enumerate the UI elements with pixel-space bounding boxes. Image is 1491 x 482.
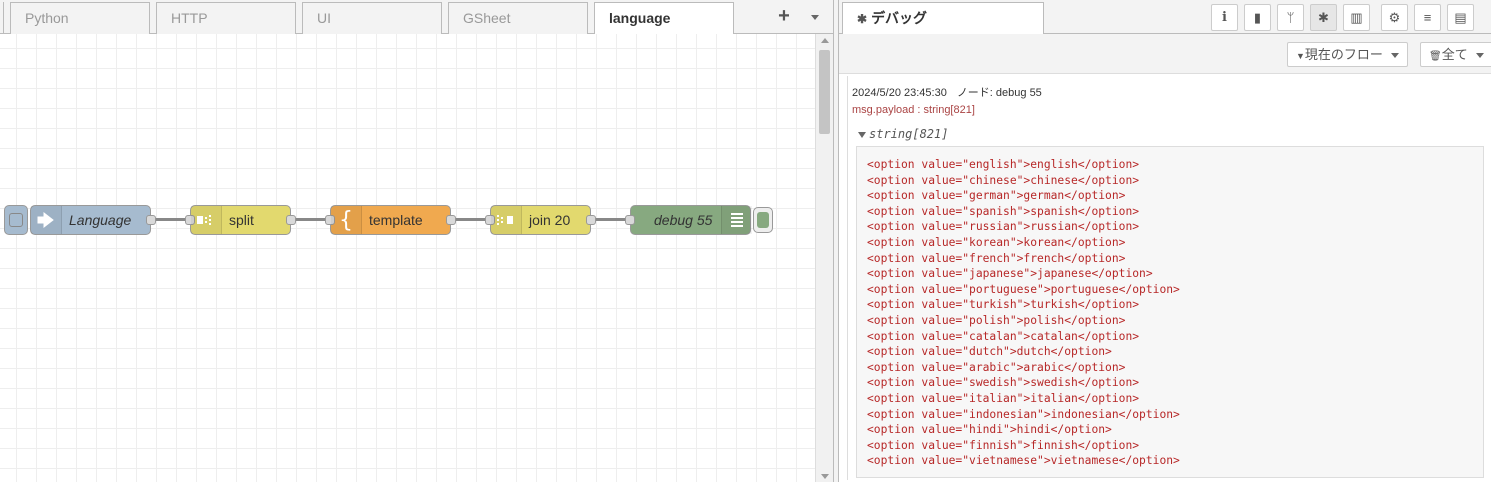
flow-workspace: Python HTTP UI GSheet language + Languag… — [0, 0, 833, 482]
payload-line: <option value="swedish">swedish</option> — [867, 376, 1140, 390]
canvas-vertical-scrollbar[interactable] — [815, 34, 833, 482]
payload-line: <option value="french">french</option> — [867, 251, 1126, 265]
payload-line: <option value="italian">italian</option> — [867, 391, 1140, 405]
node-label: split — [229, 212, 254, 228]
node-label: template — [369, 212, 423, 228]
node-split[interactable]: split — [185, 205, 296, 235]
message-node-link[interactable]: ノード: debug 55 — [957, 87, 1042, 99]
tab-edge — [0, 2, 4, 34]
bar-chart-icon[interactable]: ▥ — [1343, 4, 1370, 31]
node-label: debug 55 — [654, 212, 713, 228]
payload-line: <option value="chinese">chinese</option> — [867, 173, 1140, 187]
message-meta: 2024/5/20 23:45:30 ノード: debug 55 — [852, 84, 1042, 100]
payload-line: <option value="korean">korean</option> — [867, 235, 1126, 249]
chevron-down-icon — [1390, 53, 1399, 59]
link-in-icon — [31, 206, 62, 234]
payload-line: <option value="hindi">hindi</option> — [867, 423, 1112, 437]
sidebar: ✱ デバッグ i ▮ ᛘ ✱ ▥ ⚙ ≡ ▤ ▼現在のフロー 🗑全て 2024/5… — [839, 0, 1491, 482]
message-type-label: string[821] — [869, 127, 949, 141]
payload-line: <option value="polish">polish</option> — [867, 313, 1126, 327]
trash-icon: 🗑 — [1429, 51, 1442, 62]
payload-line: <option value="indonesian">indonesian</o… — [867, 407, 1180, 421]
node-template[interactable]: { template — [325, 205, 456, 235]
split-icon — [191, 206, 222, 234]
flow-canvas[interactable]: Language split { template join 20 debug … — [0, 34, 815, 482]
input-port[interactable] — [625, 215, 635, 225]
scroll-up-icon[interactable] — [821, 38, 829, 43]
node-debug[interactable]: debug 55 — [625, 205, 752, 235]
braces-icon: { — [331, 206, 362, 234]
caret-down-icon — [858, 131, 866, 138]
payload-line: <option value="russian">russian</option> — [867, 220, 1140, 234]
scroll-down-icon[interactable] — [821, 474, 829, 479]
tab-debug-label: デバッグ — [871, 10, 928, 26]
node-label: Language — [69, 212, 132, 228]
payload-line: <option value="turkish">turkish</option> — [867, 298, 1140, 312]
tab-python[interactable]: Python — [10, 2, 150, 34]
gear-icon[interactable]: ⚙ — [1381, 4, 1408, 31]
tab-ui[interactable]: UI — [302, 2, 442, 34]
output-port[interactable] — [286, 215, 296, 225]
payload-line: <option value="spanish">spanish</option> — [867, 204, 1140, 218]
info-icon[interactable]: i — [1211, 4, 1238, 31]
scroll-thumb[interactable] — [819, 50, 830, 134]
debug-toggle-indicator — [757, 212, 769, 228]
output-port[interactable] — [146, 215, 156, 225]
payload-line: <option value="arabic">arabic</option> — [867, 360, 1126, 374]
payload-line: <option value="catalan">catalan</option> — [867, 329, 1140, 343]
payload-line: <option value="portuguese">portuguese</o… — [867, 282, 1180, 296]
node-label: join 20 — [529, 212, 571, 228]
book-icon[interactable]: ▮ — [1244, 4, 1271, 31]
button-icon — [9, 213, 23, 227]
payload-line: <option value="finnish">finnish</option> — [867, 438, 1140, 452]
filter-label: 現在のフロー — [1304, 47, 1383, 62]
payload-line: <option value="japanese">japanese</optio… — [867, 267, 1153, 281]
message-timestamp: 2024/5/20 23:45:30 — [852, 87, 947, 99]
tab-http[interactable]: HTTP — [156, 2, 296, 34]
chevron-down-icon[interactable] — [808, 7, 822, 27]
tab-debug[interactable]: ✱ デバッグ — [842, 2, 1044, 35]
output-port[interactable] — [446, 215, 456, 225]
debug-message-list: 2024/5/20 23:45:30 ノード: debug 55 msg.payl… — [839, 74, 1491, 482]
debug-message: 2024/5/20 23:45:30 ノード: debug 55 msg.payl… — [847, 76, 1485, 480]
join-icon — [491, 206, 522, 234]
bug-icon: ✱ — [857, 12, 868, 26]
debug-toolbar: ▼現在のフロー 🗑全て — [839, 34, 1491, 74]
debug-toggle-button[interactable] — [753, 207, 773, 233]
payload-line: <option value="vietnamese">vietnamese</o… — [867, 454, 1180, 468]
payload-line: <option value="english">english</option> — [867, 158, 1140, 171]
flow-tab-bar: Python HTTP UI GSheet language + — [0, 0, 833, 35]
output-port[interactable] — [586, 215, 596, 225]
payload-line: <option value="german">german</option> — [867, 189, 1126, 203]
node-language[interactable]: Language — [30, 205, 156, 235]
filter-icon: ▼ — [1296, 51, 1305, 61]
git-branch-icon[interactable]: ᛘ — [1277, 4, 1304, 31]
sidebar-tab-bar: ✱ デバッグ i ▮ ᛘ ✱ ▥ ⚙ ≡ ▤ — [839, 0, 1491, 35]
node-join[interactable]: join 20 — [485, 205, 596, 235]
tab-language[interactable]: language — [594, 2, 734, 35]
chip-icon[interactable]: ▤ — [1447, 4, 1474, 31]
message-payload[interactable]: <option value="english">english</option>… — [856, 146, 1484, 478]
partial-node[interactable] — [4, 205, 28, 235]
add-flow-button[interactable]: + — [774, 6, 794, 28]
clear-all-button[interactable]: 🗑全て — [1420, 42, 1491, 67]
database-icon[interactable]: ≡ — [1414, 4, 1441, 31]
message-topic: msg.payload : string[821] — [852, 104, 975, 116]
filter-flow-button[interactable]: ▼現在のフロー — [1287, 42, 1408, 67]
bug-icon[interactable]: ✱ — [1310, 4, 1337, 31]
chevron-down-icon — [1475, 53, 1484, 59]
message-type-toggle[interactable]: string[821] — [858, 127, 948, 141]
debug-list-icon — [721, 206, 752, 234]
payload-line: <option value="dutch">dutch</option> — [867, 345, 1112, 359]
clear-label: 全て — [1441, 47, 1468, 62]
tab-gsheet[interactable]: GSheet — [448, 2, 588, 34]
